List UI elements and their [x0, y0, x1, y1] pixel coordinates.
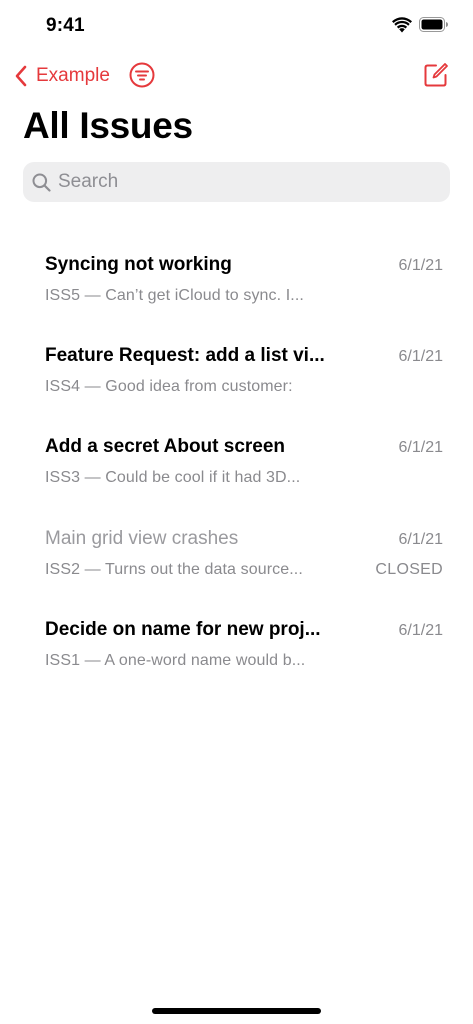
- issue-date: 6/1/21: [398, 439, 443, 456]
- issue-date: 6/1/21: [398, 622, 443, 639]
- navigation-bar: Example: [0, 56, 473, 96]
- issue-subtitle: ISS5 — Can’t get iCloud to sync. I...: [45, 287, 304, 304]
- issue-row[interactable]: Decide on name for new proj... ISS1 — A …: [0, 600, 473, 691]
- issue-title: Add a secret About screen: [45, 436, 286, 457]
- issue-subtitle: ISS4 — Good idea from customer:: [45, 378, 293, 395]
- status-badge: CLOSED: [375, 561, 443, 578]
- issue-row[interactable]: Syncing not working ISS5 — Can’t get iCl…: [0, 235, 473, 326]
- issue-title: Syncing not working: [45, 254, 232, 275]
- compose-icon[interactable]: [423, 62, 449, 88]
- battery-icon: [419, 17, 448, 32]
- back-label: Example: [36, 65, 110, 86]
- issue-date: 6/1/21: [398, 531, 443, 548]
- chevron-left-icon: [15, 65, 27, 87]
- status-time: 9:41: [46, 15, 85, 36]
- status-bar: 9:41: [0, 0, 473, 50]
- page-title: All Issues: [23, 105, 193, 146]
- search-icon: [32, 173, 51, 192]
- home-indicator[interactable]: [152, 1008, 321, 1014]
- search-bar[interactable]: [23, 162, 450, 202]
- issue-row-closed[interactable]: Main grid view crashes ISS2 — Turns out …: [0, 509, 473, 600]
- issue-subtitle: ISS3 — Could be cool if it had 3D...: [45, 469, 301, 486]
- issue-title: Decide on name for new proj...: [45, 619, 321, 640]
- filter-icon[interactable]: [129, 62, 155, 88]
- issue-row[interactable]: Add a secret About screen ISS3 — Could b…: [0, 417, 473, 508]
- issue-subtitle: ISS2 — Turns out the data source...: [45, 561, 303, 578]
- issue-row[interactable]: Feature Request: add a list vi... ISS4 —…: [0, 326, 473, 417]
- search-input[interactable]: [58, 171, 428, 193]
- issue-title: Feature Request: add a list vi...: [45, 345, 325, 366]
- back-button[interactable]: Example: [14, 63, 110, 89]
- issue-date: 6/1/21: [398, 257, 443, 274]
- wifi-icon: [392, 17, 412, 33]
- issue-date: 6/1/21: [398, 348, 443, 365]
- issue-subtitle: ISS1 — A one-word name would b...: [45, 652, 306, 669]
- issue-title: Main grid view crashes: [45, 528, 239, 549]
